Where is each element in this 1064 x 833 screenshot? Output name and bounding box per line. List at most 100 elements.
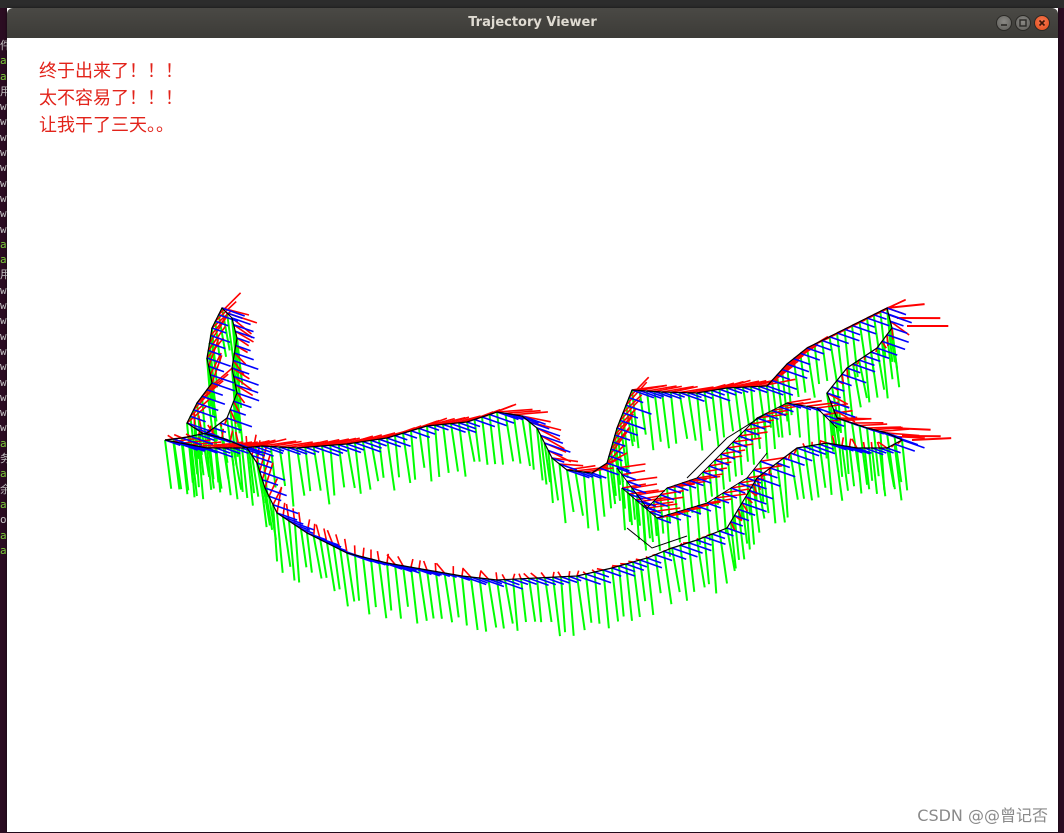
pose-y-axis <box>722 492 727 534</box>
pose-x-axis <box>229 430 234 442</box>
pose-y-axis <box>593 571 601 624</box>
pose-x-axis <box>518 573 522 580</box>
trajectory-canvas[interactable]: 终于出来了！！！ 太不容易了！！！ 让我干了三天。。 CSDN @@曾记否 <box>7 38 1058 832</box>
pose-x-axis <box>461 567 464 577</box>
minimize-icon <box>1001 24 1007 26</box>
pose-z-axis <box>394 434 408 441</box>
pose-z-axis <box>760 460 775 468</box>
pose-z-axis <box>639 559 663 569</box>
pose-y-axis <box>300 528 308 568</box>
pose-x-axis <box>891 327 894 340</box>
pose-y-axis <box>434 425 441 477</box>
pose-y-axis <box>566 469 575 513</box>
pose-y-axis <box>362 556 371 615</box>
pose-x-axis <box>870 441 873 449</box>
pose-x-axis <box>862 441 866 449</box>
pose-x-axis <box>434 562 437 572</box>
pose-z-axis <box>886 307 907 316</box>
pose-x-axis <box>859 423 888 427</box>
pose-y-axis <box>402 433 412 484</box>
pose-x-axis <box>530 572 538 579</box>
maximize-icon <box>1019 19 1027 27</box>
trajectory-plot <box>164 292 952 637</box>
pose-y-axis <box>434 571 443 619</box>
csdn-watermark: CSDN @@曾记否 <box>917 806 1048 825</box>
pose-y-axis <box>856 447 863 494</box>
pose-y-axis <box>799 353 807 393</box>
pose-y-axis <box>536 577 543 623</box>
pose-y-axis <box>288 520 296 581</box>
overlay-line-1: 终于出来了！！！ <box>39 61 183 82</box>
pose-y-axis <box>164 439 173 489</box>
pose-y-axis <box>418 568 428 621</box>
pose-y-axis <box>487 578 498 628</box>
pose-y-axis <box>661 391 670 449</box>
pose-z-axis <box>836 332 860 342</box>
pose-y-axis <box>337 444 346 488</box>
pose-y-axis <box>560 576 567 633</box>
pose-z-axis <box>770 467 796 478</box>
pose-y-axis <box>558 463 567 524</box>
pose-y-axis <box>762 472 770 514</box>
pose-y-axis <box>512 414 522 464</box>
pose-y-axis <box>803 446 813 501</box>
close-button[interactable] <box>1034 15 1050 31</box>
pose-z-axis <box>402 432 418 439</box>
pose-x-axis <box>362 547 365 558</box>
minimize-button[interactable] <box>996 15 1012 31</box>
pose-z-axis <box>894 443 916 452</box>
pose-x-axis <box>422 560 428 571</box>
overlay-message: 终于出来了！！！ 太不容易了！！！ 让我干了三天。。 <box>39 58 183 139</box>
pose-y-axis <box>402 565 409 607</box>
pose-x-axis <box>512 573 516 580</box>
overlay-line-3: 让我干了三天。。 <box>39 115 174 136</box>
pose-y-axis <box>426 425 433 482</box>
pose-x-axis <box>418 560 421 569</box>
pose-y-axis <box>386 562 393 611</box>
pose-x-axis <box>501 574 506 580</box>
pose-x-axis <box>495 572 498 581</box>
pose-y-axis <box>362 441 372 490</box>
pose-y-axis <box>294 524 301 583</box>
pose-y-axis <box>733 515 740 561</box>
pose-y-axis <box>646 557 655 616</box>
pose-x-axis <box>568 570 571 577</box>
pose-x-axis <box>540 572 546 579</box>
pose-y-axis <box>306 532 313 573</box>
pose-z-axis <box>233 323 254 333</box>
pose-z-axis <box>378 438 402 448</box>
pose-y-axis <box>576 575 586 631</box>
pose-y-axis <box>504 579 514 624</box>
pose-x-axis <box>557 571 562 578</box>
pose-z-axis <box>796 447 820 457</box>
pose-z-axis <box>529 421 550 430</box>
maximize-button[interactable] <box>1015 15 1031 31</box>
pose-y-axis <box>552 577 561 637</box>
pose-y-axis <box>848 446 856 487</box>
pose-y-axis <box>378 560 388 619</box>
pose-y-axis <box>632 561 641 618</box>
pose-y-axis <box>370 558 377 608</box>
pose-y-axis <box>520 578 527 623</box>
pose-y-axis <box>568 576 575 636</box>
pose-x-axis <box>397 556 404 567</box>
pose-z-axis <box>711 533 726 540</box>
pose-x-axis <box>841 437 845 446</box>
pose-z-axis <box>783 457 805 467</box>
pose-z-axis <box>811 444 836 455</box>
pose-y-axis <box>806 406 811 451</box>
pose-y-axis <box>591 472 600 531</box>
pose-x-axis <box>552 571 555 578</box>
pose-y-axis <box>676 511 681 543</box>
trajectory-viewer-window: Trajectory Viewer 终于出来了！！！ 太不容易了！！！ 让我干了… <box>7 8 1058 832</box>
pose-y-axis <box>696 392 704 451</box>
pose-y-axis <box>276 512 284 573</box>
pose-y-axis <box>646 390 655 451</box>
pose-x-axis <box>312 523 316 537</box>
pose-y-axis <box>410 430 417 480</box>
pose-y-axis <box>618 565 625 617</box>
pose-y-axis <box>653 391 662 442</box>
pose-y-axis <box>718 530 728 584</box>
pose-y-axis <box>287 447 295 507</box>
window-titlebar[interactable]: Trajectory Viewer <box>7 8 1058 38</box>
